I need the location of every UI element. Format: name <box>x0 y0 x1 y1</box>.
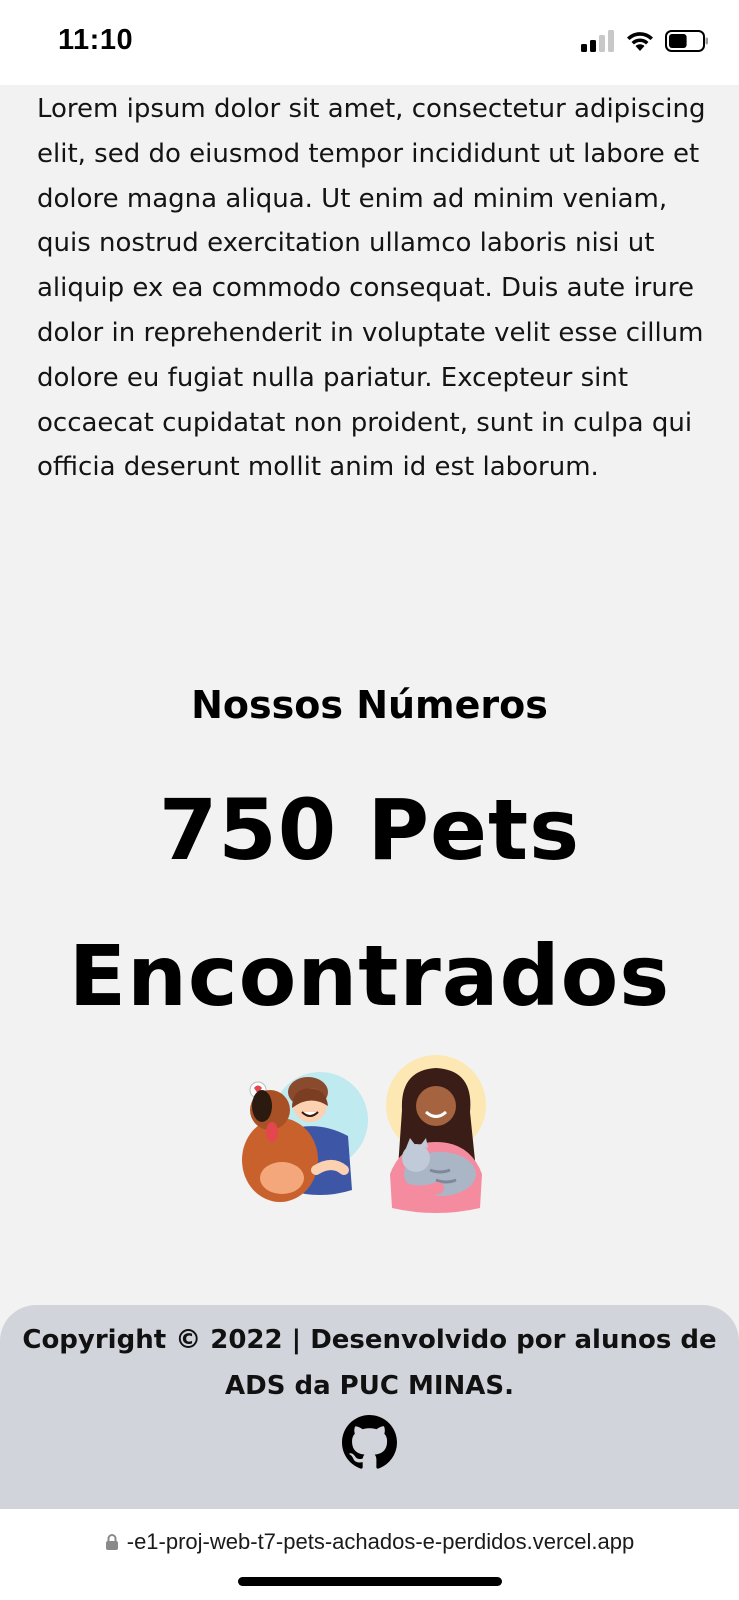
man-with-dog-icon <box>242 1072 368 1202</box>
lock-icon <box>105 1534 118 1550</box>
home-indicator[interactable] <box>238 1577 502 1586</box>
address-bar[interactable]: -e1-proj-web-t7-pets-achados-e-perdidos.… <box>0 1529 739 1555</box>
status-time: 11:10 <box>58 24 134 56</box>
woman-with-cat-icon <box>386 1055 486 1213</box>
footer: Copyright © 2022 | Desenvolvido por alun… <box>0 1305 739 1509</box>
footer-copyright: Copyright © 2022 | Desenvolvido por alun… <box>0 1317 739 1409</box>
intro-paragraph: Lorem ipsum dolor sit amet, consectetur … <box>37 94 706 483</box>
status-bar: 11:10 <box>0 0 739 85</box>
status-icons <box>581 30 709 52</box>
footer-copyright-text: Copyright © 2022 | Desenvolvido por alun… <box>22 1325 717 1401</box>
url-text: -e1-proj-web-t7-pets-achados-e-perdidos.… <box>126 1529 635 1554</box>
pets-illustration <box>242 1055 486 1213</box>
numbers-heading: Nossos Números <box>191 683 548 727</box>
github-icon[interactable] <box>342 1415 397 1470</box>
wifi-icon <box>627 32 653 51</box>
battery-icon <box>665 30 708 52</box>
browser-bar: -e1-proj-web-t7-pets-achados-e-perdidos.… <box>0 1509 739 1600</box>
cellular-signal-icon <box>581 30 614 52</box>
pets-found-count: 750 Pets Encontrados <box>68 781 671 1025</box>
